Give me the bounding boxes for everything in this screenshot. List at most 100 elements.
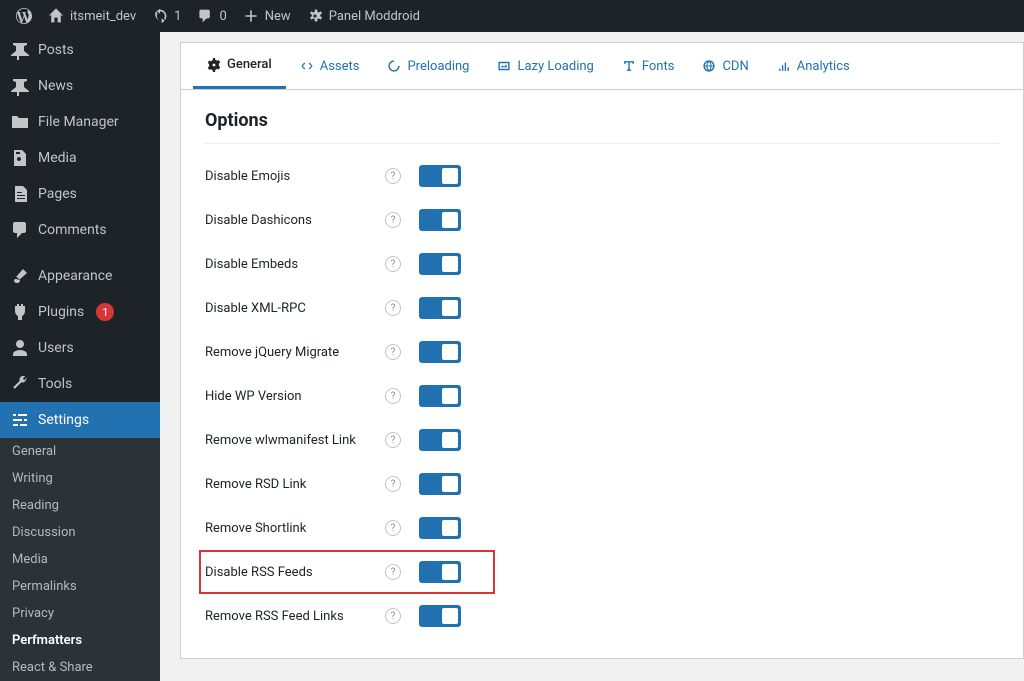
help-icon[interactable]: ? bbox=[385, 476, 401, 492]
sidebar-item-plugins[interactable]: Plugins1 bbox=[0, 294, 160, 330]
tab-preloading[interactable]: Preloading bbox=[373, 43, 483, 89]
general-icon bbox=[207, 58, 221, 72]
assets-icon bbox=[300, 59, 314, 73]
option-label: Disable RSS Feeds bbox=[205, 565, 385, 580]
toggle-remove-rsd-link[interactable] bbox=[419, 473, 461, 495]
toggle-remove-rss-feed-links[interactable] bbox=[419, 605, 461, 627]
sidebar-item-label: News bbox=[38, 78, 73, 94]
help-icon[interactable]: ? bbox=[385, 432, 401, 448]
help-icon[interactable]: ? bbox=[385, 564, 401, 580]
sidebar-item-news[interactable]: News bbox=[0, 68, 160, 104]
submenu-item-media[interactable]: Media bbox=[0, 546, 160, 573]
sidebar-item-label: Pages bbox=[38, 186, 77, 202]
help-icon[interactable]: ? bbox=[385, 256, 401, 272]
sidebar-item-settings[interactable]: Settings bbox=[0, 402, 160, 438]
sidebar-item-label: Appearance bbox=[38, 268, 112, 284]
sidebar-item-media[interactable]: Media bbox=[0, 140, 160, 176]
tab-lazy-loading[interactable]: Lazy Loading bbox=[483, 43, 607, 89]
tab-fonts[interactable]: Fonts bbox=[608, 43, 689, 89]
option-label: Remove wlwmanifest Link bbox=[205, 433, 385, 448]
updates-count: 1 bbox=[174, 9, 181, 24]
toggle-disable-dashicons[interactable] bbox=[419, 209, 461, 231]
sidebar-item-label: Plugins bbox=[38, 304, 84, 320]
help-icon[interactable]: ? bbox=[385, 388, 401, 404]
sidebar-item-posts[interactable]: Posts bbox=[0, 32, 160, 68]
sidebar-item-users[interactable]: Users bbox=[0, 330, 160, 366]
help-icon[interactable]: ? bbox=[385, 300, 401, 316]
new-content[interactable]: New bbox=[235, 0, 299, 32]
option-row-disable-dashicons: Disable Dashicons? bbox=[205, 198, 999, 242]
fonts-icon bbox=[622, 59, 636, 73]
tab-label: Preloading bbox=[407, 59, 469, 74]
toggle-knob bbox=[442, 564, 458, 580]
submenu-item-privacy[interactable]: Privacy bbox=[0, 600, 160, 627]
toggle-disable-embeds[interactable] bbox=[419, 253, 461, 275]
sidebar-item-pages[interactable]: Pages bbox=[0, 176, 160, 212]
toggle-hide-wp-version[interactable] bbox=[419, 385, 461, 407]
preloading-icon bbox=[387, 59, 401, 73]
tab-cdn[interactable]: CDN bbox=[688, 43, 762, 89]
submenu-item-discussion[interactable]: Discussion bbox=[0, 519, 160, 546]
submenu-item-general[interactable]: General bbox=[0, 438, 160, 465]
toggle-remove-jquery-migrate[interactable] bbox=[419, 341, 461, 363]
option-label: Disable Embeds bbox=[205, 257, 385, 272]
media-icon bbox=[10, 148, 30, 168]
toggle-remove-shortlink[interactable] bbox=[419, 517, 461, 539]
tab-assets[interactable]: Assets bbox=[286, 43, 374, 89]
help-icon[interactable]: ? bbox=[385, 608, 401, 624]
tab-analytics[interactable]: Analytics bbox=[763, 43, 864, 89]
option-row-disable-emojis: Disable Emojis? bbox=[205, 154, 999, 198]
wp-logo[interactable] bbox=[8, 0, 40, 32]
tab-general[interactable]: General bbox=[193, 43, 286, 89]
sidebar-item-comments[interactable]: Comments bbox=[0, 212, 160, 248]
sidebar-item-appearance[interactable]: Appearance bbox=[0, 258, 160, 294]
help-icon[interactable]: ? bbox=[385, 212, 401, 228]
submenu-item-perfmatters[interactable]: Perfmatters bbox=[0, 627, 160, 654]
tab-label: Fonts bbox=[642, 59, 675, 74]
tab-label: General bbox=[227, 57, 272, 72]
help-icon[interactable]: ? bbox=[385, 520, 401, 536]
toggle-disable-emojis[interactable] bbox=[419, 165, 461, 187]
updates[interactable]: 1 bbox=[144, 0, 189, 32]
site-home[interactable]: itsmeit_dev bbox=[40, 0, 144, 32]
pin-icon bbox=[10, 76, 30, 96]
toggle-knob bbox=[442, 520, 458, 536]
submenu-item-writing[interactable]: Writing bbox=[0, 465, 160, 492]
main-content: General Assets Preloading Lazy Loading Fonts… bbox=[160, 32, 1024, 627]
tab-label: CDN bbox=[722, 59, 748, 74]
option-label: Remove RSD Link bbox=[205, 477, 385, 492]
toggle-disable-xml-rpc[interactable] bbox=[419, 297, 461, 319]
option-label: Hide WP Version bbox=[205, 389, 385, 404]
plus-icon bbox=[243, 8, 259, 24]
option-row-remove-shortlink: Remove Shortlink? bbox=[205, 506, 999, 550]
toggle-knob bbox=[442, 476, 458, 492]
help-icon[interactable]: ? bbox=[385, 168, 401, 184]
submenu-item-react-share[interactable]: React & Share bbox=[0, 654, 160, 681]
sidebar-item-tools[interactable]: Tools bbox=[0, 366, 160, 402]
submenu-item-reading[interactable]: Reading bbox=[0, 492, 160, 519]
option-row-remove-jquery-migrate: Remove jQuery Migrate? bbox=[205, 330, 999, 374]
comment-icon bbox=[197, 8, 213, 24]
tab-label: Assets bbox=[320, 59, 360, 74]
toggle-knob bbox=[442, 256, 458, 272]
pin-icon bbox=[10, 40, 30, 60]
help-icon[interactable]: ? bbox=[385, 344, 401, 360]
pages-icon bbox=[10, 184, 30, 204]
option-row-disable-xml-rpc: Disable XML-RPC? bbox=[205, 286, 999, 330]
submenu-item-permalinks[interactable]: Permalinks bbox=[0, 573, 160, 600]
plugin-icon bbox=[10, 302, 30, 322]
sidebar-item-label: File Manager bbox=[38, 114, 119, 130]
analytics-icon bbox=[777, 59, 791, 73]
toggle-disable-rss-feeds[interactable] bbox=[419, 561, 461, 583]
sidebar-item-file-manager[interactable]: File Manager bbox=[0, 104, 160, 140]
sliders-icon bbox=[10, 410, 30, 430]
options-title: Options bbox=[205, 110, 999, 144]
option-row-disable-embeds: Disable Embeds? bbox=[205, 242, 999, 286]
panel-moddroid[interactable]: Panel Moddroid bbox=[299, 0, 428, 32]
option-row-remove-rsd-link: Remove RSD Link? bbox=[205, 462, 999, 506]
comment-icon bbox=[10, 220, 30, 240]
toggle-remove-wlwmanifest-link[interactable] bbox=[419, 429, 461, 451]
comments[interactable]: 0 bbox=[189, 0, 234, 32]
refresh-icon bbox=[152, 8, 168, 24]
tab-label: Analytics bbox=[797, 59, 850, 74]
